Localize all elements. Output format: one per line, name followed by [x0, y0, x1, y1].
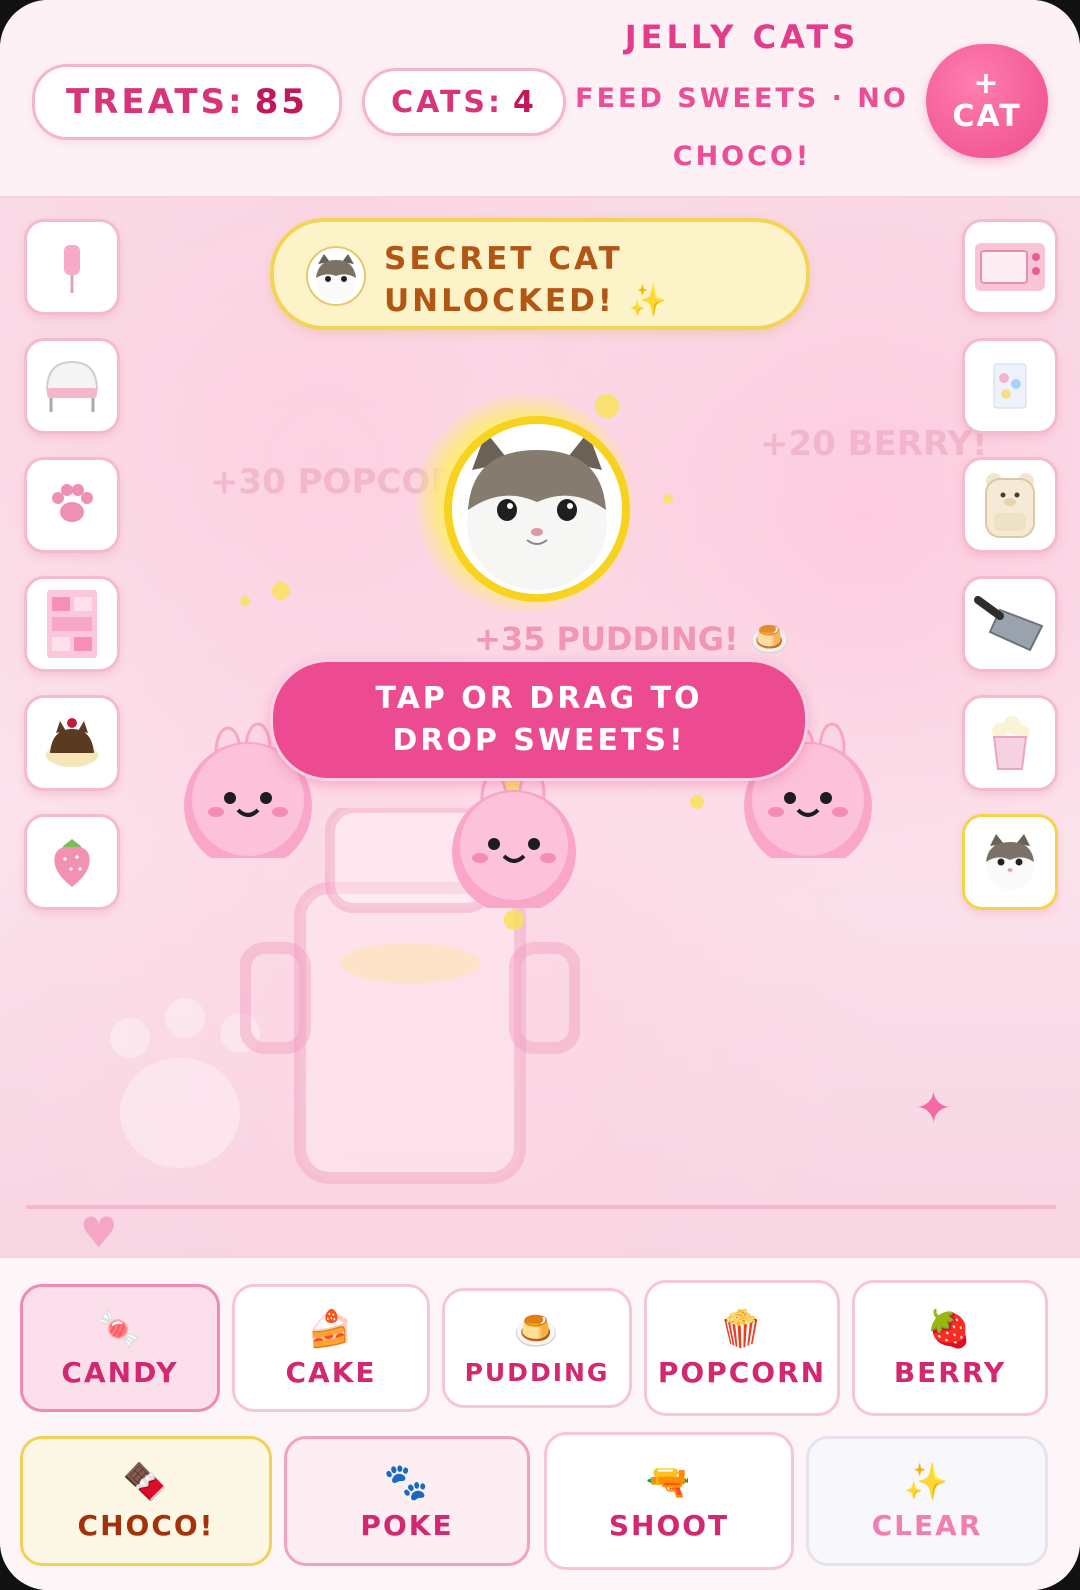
- tool-candy-label: Candy: [61, 1355, 179, 1389]
- tool-choco-label: Choco!: [77, 1508, 215, 1542]
- tool-choco-button[interactable]: 🍫 Choco!: [20, 1436, 272, 1566]
- tool-clear-label: Clear: [871, 1508, 983, 1542]
- tool-pudding-button[interactable]: 🍮 Pudding: [442, 1288, 632, 1408]
- secret-cat-avatar: [306, 246, 366, 306]
- add-cat-label: Cat: [952, 98, 1022, 134]
- strawberry-icon: 🍓: [926, 1308, 974, 1350]
- left-slot-cat-pudding[interactable]: [24, 695, 120, 791]
- secret-cat-icon: [986, 834, 1034, 890]
- secret-cat-large[interactable]: [444, 416, 630, 602]
- tool-candy-button[interactable]: 🍬 Candy: [20, 1284, 220, 1412]
- paw-toe-decoration: [165, 998, 205, 1038]
- add-cat-button[interactable]: + Cat: [926, 44, 1048, 158]
- tool-berry-button[interactable]: 🍓 Berry: [852, 1280, 1048, 1416]
- candy-icon: 🍬: [96, 1308, 144, 1350]
- bear-backpack-icon: [985, 473, 1035, 538]
- paw-icon: 🐾: [383, 1461, 431, 1503]
- pudding-icon: 🍮: [513, 1310, 561, 1352]
- play-area[interactable]: +30 POPCORN +20 BERRY! ♥ ✦ SECRET CAT UN…: [0, 198, 1080, 1257]
- tool-poke-button[interactable]: 🐾 Poke: [284, 1436, 530, 1566]
- treats-value: 85: [254, 82, 308, 122]
- tool-shoot-button[interactable]: 🔫 Shoot: [544, 1432, 794, 1570]
- paw-toe-decoration: [110, 1018, 150, 1058]
- right-slot-pink-oven[interactable]: [962, 219, 1058, 315]
- cats-counter: Cats: 4: [362, 68, 566, 136]
- sparkle-icon: ✦: [915, 1083, 952, 1134]
- tool-clear-button[interactable]: ✨ Clear: [806, 1436, 1048, 1566]
- pudding-score-popup: +35 PUDDING! 🍮: [474, 620, 790, 658]
- banner-text: Secret cat unlocked! ✨: [384, 241, 671, 319]
- tool-shoot-label: Shoot: [608, 1508, 730, 1542]
- tool-poke-label: Poke: [360, 1508, 454, 1542]
- hint-text: Tap or drag to drop sweets!: [375, 681, 703, 758]
- gun-icon: 🔫: [645, 1461, 693, 1503]
- sparkle-particle: [504, 910, 524, 930]
- treats-counter: Treats: 85: [32, 64, 342, 140]
- game-title: Jelly Cats: [624, 18, 860, 56]
- paw-cushion-icon: [52, 484, 93, 522]
- tool-popcorn-label: Popcorn: [657, 1355, 827, 1389]
- cat-face-icon: [316, 254, 356, 300]
- sparkle-particle: [595, 394, 619, 418]
- left-slot-strawberry[interactable]: [24, 814, 120, 910]
- cake-icon: 🍰: [307, 1308, 355, 1350]
- sweets-toolbar: 🍬 Candy 🍰 Cake 🍮 Pudding 🍿 Popcorn 🍓 Ber…: [0, 1256, 1080, 1590]
- sticker-sheet-icon: [47, 590, 97, 658]
- tool-cake-button[interactable]: 🍰 Cake: [232, 1284, 430, 1412]
- floor-line: [26, 1205, 1056, 1209]
- left-slot-chair[interactable]: [24, 338, 120, 434]
- game-frame: Treats: 85 Cats: 4 Jelly Cats Feed sweet…: [0, 0, 1080, 1590]
- sparkle-particle: [272, 582, 290, 600]
- sticker-pack-icon: [993, 363, 1027, 409]
- cats-value: 4: [513, 84, 537, 120]
- tool-popcorn-button[interactable]: 🍿 Popcorn: [644, 1280, 840, 1416]
- heart-icon: ♥: [80, 1208, 118, 1257]
- left-slot-cotton-candy[interactable]: [24, 219, 120, 315]
- bunny-jelly-cat[interactable]: [446, 768, 586, 908]
- sparkle-particle: [663, 494, 673, 504]
- left-slot-sticker-sheet[interactable]: [24, 576, 120, 672]
- pink-oven-icon: [975, 243, 1045, 291]
- right-slot-popcorn-cup[interactable]: [962, 695, 1058, 791]
- left-slot-paw-cushion[interactable]: [24, 457, 120, 553]
- cleaver-icon: [974, 596, 1044, 652]
- paw-print-decoration: [120, 1058, 240, 1168]
- cat-pudding-icon: [46, 718, 98, 767]
- chocolate-icon: 🍫: [122, 1461, 170, 1503]
- right-slot-secret-cat[interactable]: [962, 814, 1058, 910]
- strawberry-icon: [54, 839, 90, 887]
- popcorn-cup-icon: [992, 716, 1030, 770]
- tool-berry-label: Berry: [893, 1355, 1007, 1389]
- tool-cake-label: Cake: [285, 1355, 377, 1389]
- cotton-candy-icon: [64, 245, 80, 293]
- cats-label: Cats:: [391, 84, 504, 120]
- secret-cat-face-icon: [452, 424, 622, 594]
- popcorn-icon: 🍿: [718, 1308, 766, 1350]
- drop-hint: Tap or drag to drop sweets!: [270, 659, 808, 781]
- right-slot-bear-backpack[interactable]: [962, 457, 1058, 553]
- chair-icon: [45, 360, 99, 412]
- game-subtitle: Feed sweets · no choco!: [575, 83, 909, 172]
- title-block: Jelly Cats Feed sweets · no choco!: [572, 18, 912, 186]
- ghost-berry-text: +20 BERRY!: [760, 424, 988, 464]
- sparkle-particle: [690, 795, 704, 809]
- right-slot-cleaver[interactable]: [962, 576, 1058, 672]
- secret-cat-banner: Secret cat unlocked! ✨: [270, 218, 810, 330]
- right-slot-sticker-pack[interactable]: [962, 338, 1058, 434]
- sparkles-icon: ✨: [903, 1461, 951, 1503]
- tool-pudding-label: Pudding: [464, 1357, 610, 1387]
- treats-label: Treats:: [66, 82, 245, 122]
- plus-icon: +: [973, 65, 1001, 101]
- top-bar: Treats: 85 Cats: 4 Jelly Cats Feed sweet…: [0, 0, 1080, 198]
- sparkle-particle: [240, 596, 250, 606]
